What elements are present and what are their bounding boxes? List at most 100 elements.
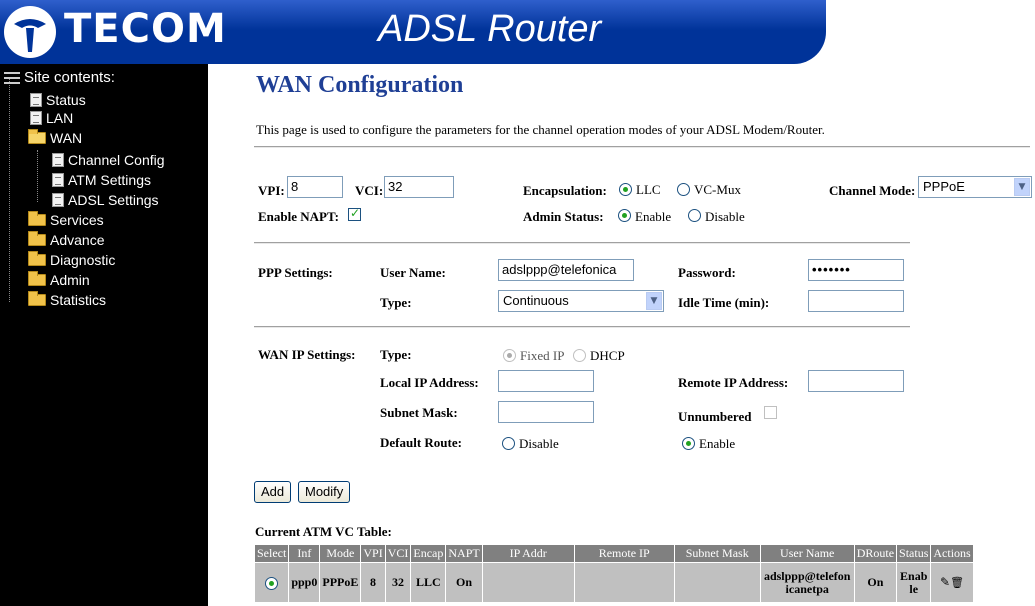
open-folder-icon <box>28 129 46 144</box>
password-label: Password: <box>678 265 736 280</box>
sidebar-item-label: Diagnostic <box>50 252 116 268</box>
route-disable-label: Disable <box>519 436 559 451</box>
col-header-vci: VCI <box>384 544 412 563</box>
connection-type-select[interactable]: Continuous ▼ <box>498 290 664 312</box>
admin-enable-label: Enable <box>635 209 672 224</box>
remote-ip-input[interactable] <box>808 370 904 392</box>
col-header-remote-ip: Remote IP <box>573 544 675 563</box>
unnumbered-checkbox[interactable] <box>764 406 777 419</box>
sidebar-item-label: Services <box>50 212 104 228</box>
cell-vci: 32 <box>384 562 412 603</box>
admin-disable-radio[interactable] <box>688 209 701 222</box>
sidebar-item-label: WAN <box>50 130 83 146</box>
username-input[interactable]: adslppp@telefonica <box>498 259 634 281</box>
col-header-status: Status <box>896 544 932 563</box>
tree-line <box>37 150 38 202</box>
col-header-user-name: User Name <box>759 544 855 563</box>
type-label: Type: <box>380 295 412 310</box>
atm-vc-table: Select Inf Mode VPI VCI Encap NAPT IP Ad… <box>253 544 974 603</box>
page-icon <box>30 93 42 107</box>
idle-time-input[interactable] <box>808 290 904 312</box>
tree-line <box>9 78 10 302</box>
edit-icon[interactable]: ✎ <box>940 575 950 589</box>
local-ip-label: Local IP Address: <box>380 375 479 390</box>
sidebar-item-atm-settings[interactable]: ATM Settings <box>52 170 151 190</box>
col-header-ip-addr: IP Addr <box>481 544 575 563</box>
sidebar-item-label: Advance <box>50 232 105 248</box>
encapsulation-label: Encapsulation: <box>523 183 607 198</box>
encap-vcmux-radio[interactable] <box>677 183 690 196</box>
page-icon <box>52 193 64 207</box>
cell-inf: ppp0 <box>288 562 321 603</box>
sidebar-item-statistics[interactable]: Statistics <box>28 290 106 310</box>
table-title: Current ATM VC Table: <box>255 524 392 539</box>
sidebar-item-services[interactable]: Services <box>28 210 104 230</box>
col-header-select: Select <box>253 544 290 563</box>
chevron-down-icon: ▼ <box>646 292 662 310</box>
tecom-logo-icon <box>4 6 56 58</box>
channel-mode-select[interactable]: PPPoE ▼ <box>918 176 1032 198</box>
sidebar-item-label: Channel Config <box>68 152 165 168</box>
folder-icon <box>28 271 46 286</box>
vci-input[interactable]: 32 <box>384 176 454 198</box>
password-input[interactable]: ••••••• <box>808 259 904 281</box>
product-name: ADSL Router <box>378 8 602 50</box>
encap-llc-label: LLC <box>636 182 661 197</box>
trash-icon[interactable]: 🗑 <box>950 576 964 589</box>
ppp-settings-label: PPP Settings: <box>258 265 333 280</box>
cell-ip-addr <box>481 562 575 603</box>
wan-ip-settings-label: WAN IP Settings: <box>258 347 356 362</box>
cell-status: Enable <box>896 562 932 603</box>
sidebar-item-status[interactable]: Status <box>30 90 86 110</box>
unnumbered-label: Unnumbered <box>678 409 752 424</box>
wan-ip-type-label: Type: <box>380 347 412 362</box>
col-header-subnet-mask: Subnet Mask <box>673 544 761 563</box>
dhcp-label: DHCP <box>590 348 625 363</box>
sidebar-item-diagnostic[interactable]: Diagnostic <box>28 250 115 270</box>
table-row: ppp0 PPPoE 8 32 LLC On adslppp@telefonic… <box>253 562 974 603</box>
divider <box>254 326 910 328</box>
sidebar-root-label: Site contents: <box>24 69 115 86</box>
connection-type-value: Continuous <box>503 293 569 308</box>
modify-button[interactable]: Modify <box>298 481 351 503</box>
route-enable-radio[interactable] <box>682 437 695 450</box>
sidebar-item-label: ATM Settings <box>68 172 151 188</box>
cell-encap: LLC <box>410 562 447 603</box>
row-select-radio[interactable] <box>265 576 279 590</box>
page-title: WAN Configuration <box>256 72 464 98</box>
fixed-ip-radio[interactable] <box>503 349 516 362</box>
folder-icon <box>28 251 46 266</box>
dhcp-radio[interactable] <box>573 349 586 362</box>
col-header-encap: Encap <box>410 544 447 563</box>
sidebar-item-wan[interactable]: WAN <box>28 128 82 148</box>
add-button[interactable]: Add <box>254 481 292 503</box>
page-icon <box>52 173 64 187</box>
sidebar-item-admin[interactable]: Admin <box>28 270 90 290</box>
admin-enable-radio[interactable] <box>618 209 631 222</box>
default-route-label: Default Route: <box>380 435 462 450</box>
sidebar-item-label: Status <box>46 92 86 108</box>
cell-vpi: 8 <box>360 562 386 603</box>
chevron-down-icon: ▼ <box>1014 178 1030 196</box>
sidebar-item-lan[interactable]: LAN <box>30 108 73 128</box>
remote-ip-label: Remote IP Address: <box>678 375 789 390</box>
channel-mode-label: Channel Mode: <box>829 183 916 198</box>
cell-actions: ✎🗑 <box>930 562 974 603</box>
table-header-row: Select Inf Mode VPI VCI Encap NAPT IP Ad… <box>253 544 974 563</box>
divider <box>254 242 910 244</box>
encap-vcmux-label: VC-Mux <box>694 182 741 197</box>
local-ip-input[interactable] <box>498 370 594 392</box>
cell-napt: On <box>445 562 483 603</box>
subnet-mask-label: Subnet Mask: <box>380 405 458 420</box>
napt-checkbox[interactable] <box>348 206 361 221</box>
vpi-input[interactable]: 8 <box>287 176 343 198</box>
encap-llc-radio[interactable] <box>619 183 632 196</box>
route-disable-radio[interactable] <box>502 437 515 450</box>
subnet-mask-input[interactable] <box>498 401 594 423</box>
sidebar-item-channel-config[interactable]: Channel Config <box>52 150 165 170</box>
sidebar-item-advance[interactable]: Advance <box>28 230 104 250</box>
divider <box>254 146 1030 148</box>
sidebar-item-adsl-settings[interactable]: ADSL Settings <box>52 190 159 210</box>
vpi-label: VPI: <box>258 183 285 198</box>
sidebar: Site contents: Status LAN WAN Channel Co… <box>0 64 208 606</box>
